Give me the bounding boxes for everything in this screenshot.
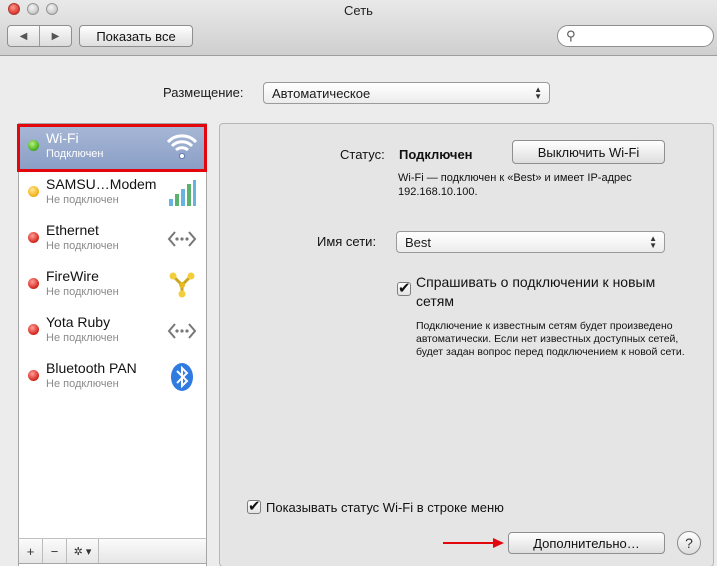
show-wifi-status-label: Показывать статус Wi-Fi в строке меню xyxy=(266,500,504,515)
service-name: Ethernet xyxy=(46,222,99,238)
gear-menu-button[interactable]: ✲ ▾ xyxy=(67,539,99,563)
signal-bars-icon xyxy=(166,178,198,208)
service-name: Bluetooth PAN xyxy=(46,360,137,376)
status-dot-icon xyxy=(28,186,39,197)
service-list-controls: + − ✲ ▾ xyxy=(18,538,207,564)
location-label: Размещение: xyxy=(163,85,244,100)
service-status: Не подключен xyxy=(46,240,119,252)
service-name: FireWire xyxy=(46,268,99,284)
window-title: Сеть xyxy=(344,3,373,18)
status-dot-icon xyxy=(28,232,39,243)
updown-arrows-icon: ▲ ▼ xyxy=(649,234,657,250)
status-note: Wi-Fi — подключен к «Best» и имеет IP-ад… xyxy=(398,172,632,198)
nav-back-forward: ◀ ▶ xyxy=(7,25,72,47)
service-status: Не подключен xyxy=(46,332,119,344)
ask-to-join-note: Подключение к известным сетям будет прои… xyxy=(416,320,685,358)
red-arrow-icon xyxy=(443,538,504,548)
network-name-value: Best xyxy=(405,234,432,250)
service-status: Не подключен xyxy=(46,286,119,298)
service-item-firewire[interactable]: FireWire Не подключен xyxy=(19,262,206,308)
search-icon: ⚲ xyxy=(566,28,576,43)
forward-button[interactable]: ▶ xyxy=(39,26,71,46)
service-item-bluetooth-pan[interactable]: Bluetooth PAN Не подключен xyxy=(19,354,206,400)
service-item-samsung-modem[interactable]: SAMSU…Modem Не подключен xyxy=(19,170,206,216)
back-button[interactable]: ◀ xyxy=(8,26,39,46)
network-name-select[interactable]: Best ▲ ▼ xyxy=(396,231,665,253)
service-name: Wi-Fi xyxy=(46,130,79,146)
status-dot-icon xyxy=(28,278,39,289)
show-wifi-status-checkbox[interactable] xyxy=(247,497,261,515)
service-name: SAMSU…Modem xyxy=(46,176,157,192)
window-titlebar: Сеть ◀ ▶ Показать все ⚲ xyxy=(0,0,717,56)
service-status: Подключен xyxy=(46,148,104,160)
search-field[interactable]: ⚲ xyxy=(557,25,714,47)
bluetooth-icon xyxy=(166,362,198,392)
status-dot-icon xyxy=(28,324,39,335)
turn-off-wifi-button[interactable]: Выключить Wi-Fi xyxy=(512,140,665,164)
network-name-label: Имя сети: xyxy=(317,234,377,249)
service-status: Не подключен xyxy=(46,194,119,206)
status-dot-icon xyxy=(28,140,39,151)
updown-arrows-icon: ▲ ▼ xyxy=(534,85,542,101)
location-select[interactable]: Автоматическое ▲ ▼ xyxy=(263,82,550,104)
remove-service-button[interactable]: − xyxy=(43,539,67,563)
help-button[interactable]: ? xyxy=(677,531,701,555)
status-dot-icon xyxy=(28,370,39,381)
ask-to-join-checkbox[interactable] xyxy=(397,279,411,297)
firewire-icon xyxy=(166,270,198,300)
add-service-button[interactable]: + xyxy=(19,539,43,563)
ethernet-icon xyxy=(166,316,198,346)
ask-to-join-label: Спрашивать о подключении к новым сетям xyxy=(416,274,656,309)
show-all-button[interactable]: Показать все xyxy=(79,25,193,47)
service-item-yota-ruby[interactable]: Yota Ruby Не подключен xyxy=(19,308,206,354)
service-list: Wi-Fi Подключен SAMSU…Modem Не подключен xyxy=(18,123,207,566)
service-item-wifi[interactable]: Wi-Fi Подключен xyxy=(19,124,206,170)
service-item-ethernet[interactable]: Ethernet Не подключен xyxy=(19,216,206,262)
advanced-button[interactable]: Дополнительно… xyxy=(508,532,665,554)
status-label: Статус: xyxy=(340,147,385,162)
status-value: Подключен xyxy=(399,147,473,162)
location-value: Автоматическое xyxy=(272,85,371,101)
service-status: Не подключен xyxy=(46,378,119,390)
ethernet-icon xyxy=(166,224,198,254)
wifi-icon xyxy=(166,132,198,162)
service-name: Yota Ruby xyxy=(46,314,111,330)
